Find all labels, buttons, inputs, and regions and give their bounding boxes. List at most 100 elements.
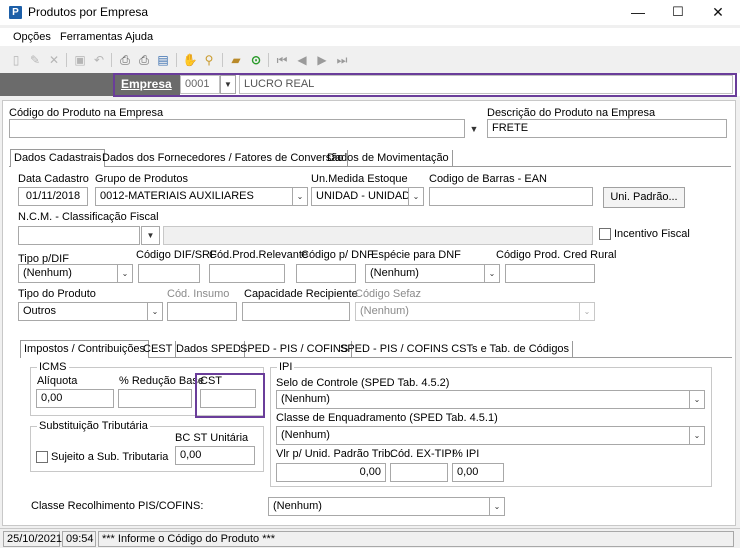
cod-dif-input[interactable]: [138, 264, 200, 283]
st-title: Substituição Tributária: [37, 420, 150, 432]
sujeito-sub-checkbox[interactable]: [36, 451, 48, 463]
tab-dados-cadastrais[interactable]: Dados Cadastrais: [10, 149, 106, 167]
tab-sped-pis-cofins[interactable]: SPED - PIS / COFINS: [237, 341, 353, 358]
export-icon[interactable]: ▤: [155, 52, 171, 68]
ean-input[interactable]: [429, 187, 593, 206]
codigo-dropdown-icon[interactable]: ▼: [466, 121, 482, 138]
cod-insumo-input[interactable]: [167, 302, 237, 321]
cod-relevante-input[interactable]: [209, 264, 285, 283]
save-icon[interactable]: ▣: [72, 52, 88, 68]
vlr-unid-label: Vlr p/ Unid. Padrão Trib.: [276, 448, 394, 460]
grupo-produtos-label: Grupo de Produtos: [95, 173, 188, 185]
status-bar: 25/10/2021 09:54 *** Informe o Código do…: [0, 528, 740, 548]
edit-pencil-icon[interactable]: ✎: [27, 52, 43, 68]
cod-relevante-label: Cód.Prod.Relevante: [209, 249, 309, 261]
data-cadastro-label: Data Cadastro: [18, 173, 89, 185]
grupo-produtos-select[interactable]: 0012-MATERIAIS AUXILIARES: [95, 187, 293, 206]
descricao-label: Descrição do Produto na Empresa: [487, 107, 656, 119]
previous-record-icon[interactable]: ◀: [294, 52, 310, 68]
ncm-input[interactable]: [18, 226, 140, 245]
print-icon[interactable]: ⎙: [117, 52, 133, 68]
tipo-produto-select[interactable]: Outros: [18, 302, 148, 321]
capacidade-label: Capacidade Recipiente: [244, 288, 358, 300]
folder-icon[interactable]: ▰: [228, 52, 244, 68]
tipo-dif-select[interactable]: (Nenhum): [18, 264, 118, 283]
undo-icon[interactable]: ↶: [91, 52, 107, 68]
tab-dados-movimentacao[interactable]: Dados de Movimentação: [324, 150, 453, 167]
ncm-dropdown-icon[interactable]: ▼: [141, 226, 160, 245]
pct-ipi-input[interactable]: 0,00: [452, 463, 504, 482]
tab-dados-fornecedores[interactable]: Dados dos Fornecedores / Fatores de Conv…: [99, 150, 348, 167]
status-message: *** Informe o Código do Produto ***: [98, 531, 734, 547]
selo-controle-select[interactable]: (Nenhum): [276, 390, 690, 409]
menu-ferramentas[interactable]: Ferramentas: [60, 31, 122, 43]
next-record-icon[interactable]: ▶: [314, 52, 330, 68]
cred-rural-input[interactable]: [505, 264, 595, 283]
cod-dif-label: Código DIF/SRF: [136, 249, 217, 261]
tab-sped-csts[interactable]: SPED - PIS / COFINS CSTs e Tab. de Códig…: [337, 341, 574, 358]
sefaz-select[interactable]: (Nenhum): [355, 302, 580, 321]
status-date: 25/10/2021: [3, 531, 62, 547]
cod-dnf-label: Código p/ DNF: [301, 249, 374, 261]
unmedida-dropdown-icon[interactable]: ⌄: [408, 187, 424, 206]
menu-bar: Opções Ferramentas Ajuda: [0, 28, 740, 46]
delete-icon[interactable]: ✕: [46, 52, 62, 68]
print-preview-icon[interactable]: ⎙: [136, 52, 152, 68]
ipi-title: IPI: [277, 361, 295, 373]
uni-padrao-button[interactable]: Uni. Padrão...: [603, 187, 685, 208]
incentivo-fiscal-checkbox[interactable]: [599, 228, 611, 240]
capacidade-input[interactable]: [242, 302, 350, 321]
especie-dnf-label: Espécie para DNF: [371, 249, 461, 261]
confirm-icon[interactable]: ⊙: [248, 52, 264, 68]
bc-st-label: BC ST Unitária: [175, 432, 249, 444]
tipo-produto-dropdown-icon[interactable]: ⌄: [147, 302, 163, 321]
classe-dropdown-icon[interactable]: ⌄: [689, 426, 705, 445]
sefaz-dropdown-icon[interactable]: ⌄: [579, 302, 595, 321]
classe-enquadramento-select[interactable]: (Nenhum): [276, 426, 690, 445]
unmedida-select[interactable]: UNIDAD - UNIDAD: [311, 187, 409, 206]
selo-controle-label: Selo de Controle (SPED Tab. 4.5.2): [276, 377, 450, 389]
hand-icon[interactable]: ✋: [182, 52, 198, 68]
vlr-unid-input[interactable]: 0,00: [276, 463, 386, 482]
reducao-base-input[interactable]: [118, 389, 192, 408]
tab-impostos[interactable]: Impostos / Contribuições: [20, 340, 150, 358]
sujeito-sub-label: Sujeito a Sub. Tributaria: [51, 451, 169, 463]
data-cadastro-input[interactable]: 01/11/2018: [18, 187, 88, 206]
pis-cofins-select[interactable]: (Nenhum): [268, 497, 490, 516]
ncm-label: N.C.M. - Classificação Fiscal: [18, 211, 159, 223]
first-record-icon[interactable]: ⏮: [274, 52, 290, 68]
cod-dnf-input[interactable]: [296, 264, 356, 283]
aliquota-input[interactable]: 0,00: [36, 389, 114, 408]
bc-st-input[interactable]: 0,00: [175, 446, 255, 465]
pis-cofins-dropdown-icon[interactable]: ⌄: [489, 497, 505, 516]
last-record-icon[interactable]: ⏭: [334, 52, 350, 68]
ex-tipi-label: Cód. EX-TIPI: [390, 448, 455, 460]
new-document-icon[interactable]: ▯: [8, 52, 24, 68]
ex-tipi-input[interactable]: [390, 463, 448, 482]
tab-dados-sped[interactable]: Dados SPED: [173, 341, 245, 358]
cred-rural-label: Código Prod. Cred Rural: [496, 249, 617, 261]
search-icon[interactable]: ⚲: [201, 52, 217, 68]
descricao-input[interactable]: FRETE: [487, 119, 727, 138]
main-window: P Produtos por Empresa — ☐ ✕ Opções Ferr…: [0, 0, 740, 548]
codigo-produto-input[interactable]: [9, 119, 465, 138]
minimize-button[interactable]: —: [623, 2, 653, 22]
codigo-produto-label: Código do Produto na Empresa: [9, 107, 164, 119]
classe-enquadramento-label: Classe de Enquadramento (SPED Tab. 4.5.1…: [276, 412, 498, 424]
maximize-button[interactable]: ☐: [663, 2, 693, 22]
aliquota-label: Alíquota: [37, 375, 78, 387]
empresa-bar: Empresa 0001 ▼ LUCRO REAL: [0, 73, 740, 97]
tipo-dif-dropdown-icon[interactable]: ⌄: [117, 264, 133, 283]
especie-dnf-dropdown-icon[interactable]: ⌄: [484, 264, 500, 283]
close-button[interactable]: ✕: [703, 2, 733, 22]
especie-dnf-select[interactable]: (Nenhum): [365, 264, 485, 283]
unmedida-label: Un.Medida Estoque: [311, 173, 408, 185]
selo-dropdown-icon[interactable]: ⌄: [689, 390, 705, 409]
title-bar: P Produtos por Empresa — ☐ ✕: [0, 0, 740, 25]
icms-title: ICMS: [37, 361, 69, 373]
menu-ajuda[interactable]: Ajuda: [125, 31, 153, 43]
grupo-dropdown-icon[interactable]: ⌄: [292, 187, 308, 206]
menu-opcoes[interactable]: Opções: [13, 31, 51, 43]
tab-cest[interactable]: CEST: [140, 341, 177, 358]
reducao-base-label: % Redução Base: [119, 375, 204, 387]
